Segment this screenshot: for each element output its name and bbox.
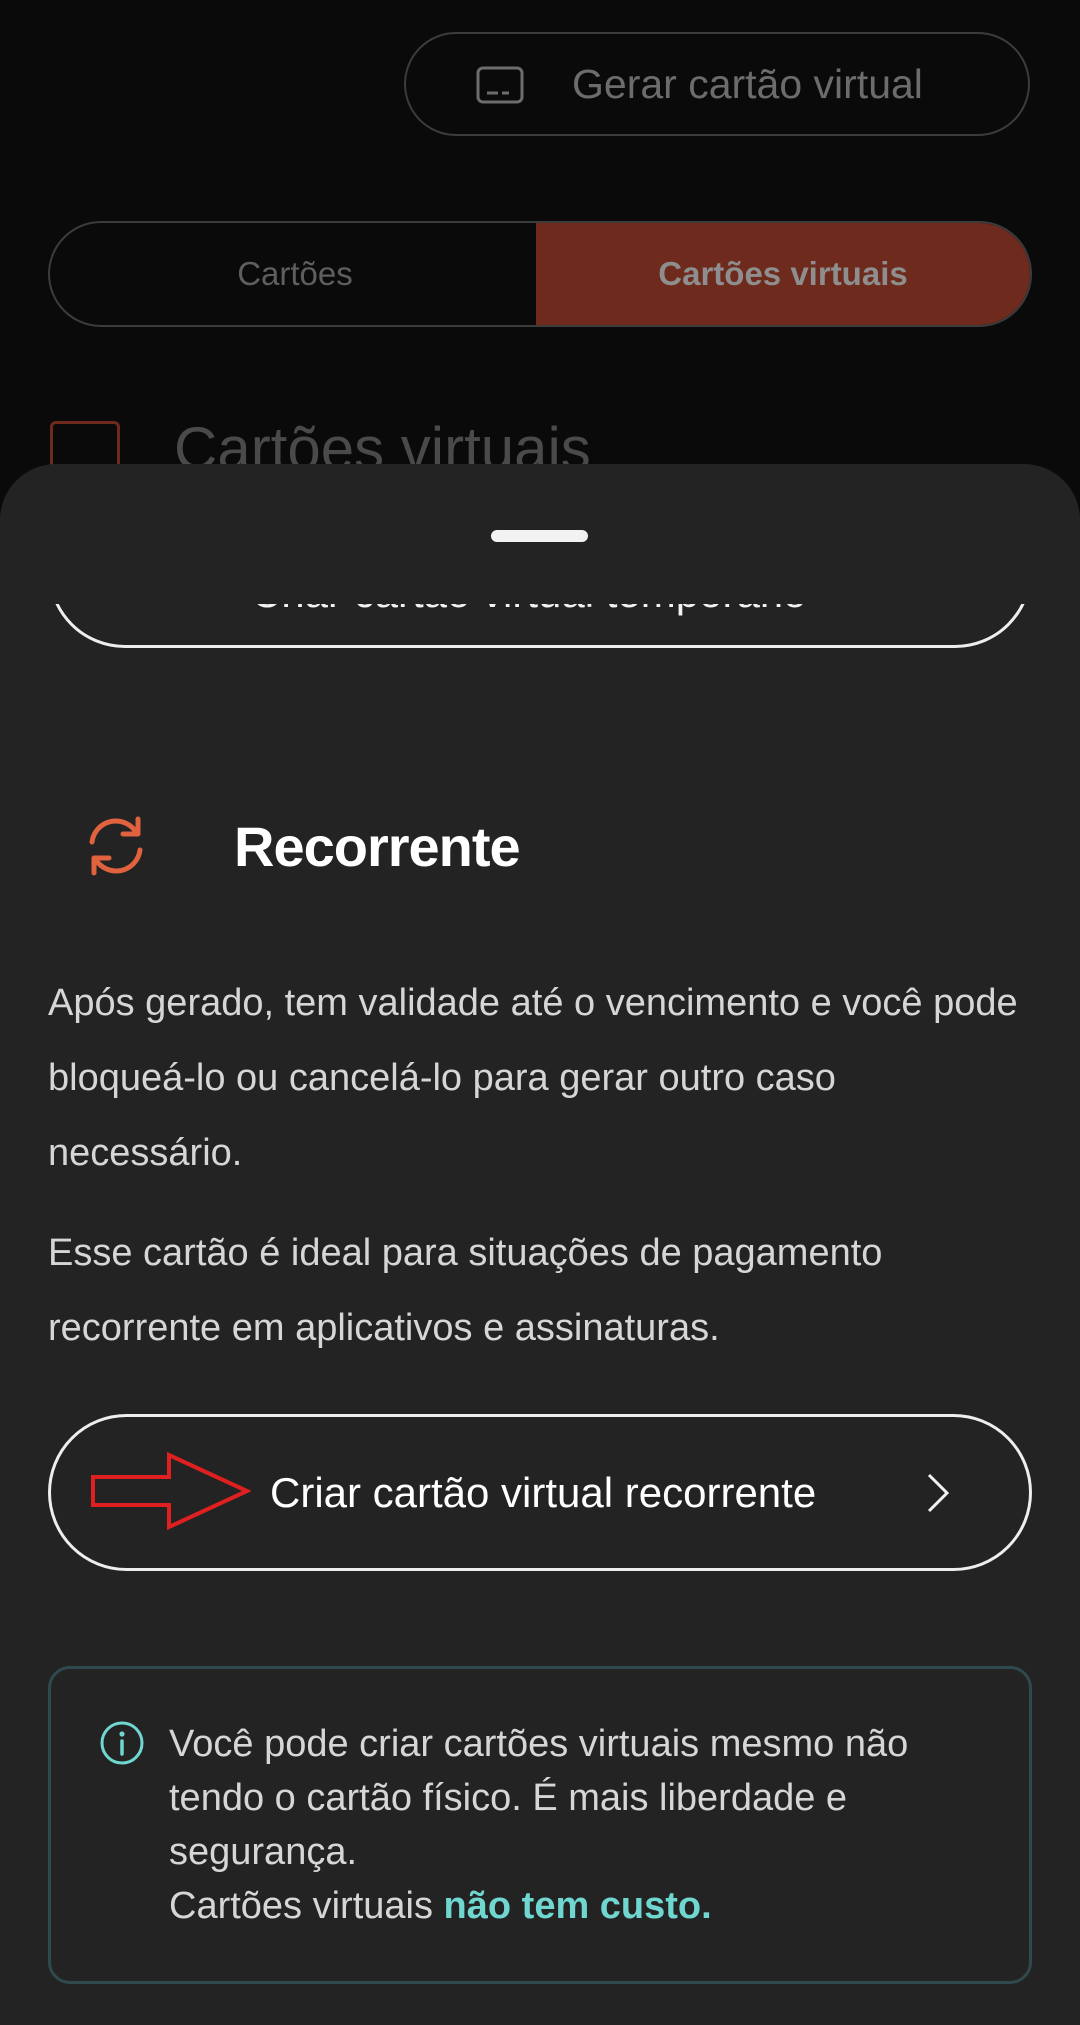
- info-footer-prefix: Cartões virtuais: [169, 1885, 444, 1927]
- generate-virtual-card-label: Gerar cartão virtual: [572, 61, 923, 107]
- info-no-cost-highlight: não tem custo.: [443, 1885, 712, 1927]
- create-temporary-card-label: Criar cartão virtual temporário: [251, 604, 807, 617]
- refresh-icon: [89, 816, 143, 876]
- recurring-description-1: Após gerado, tem validade até o vencimen…: [48, 982, 1018, 1174]
- create-temporary-card-button[interactable]: Criar cartão virtual temporário: [48, 604, 1032, 648]
- info-icon: [100, 1721, 144, 1765]
- bottom-sheet: Criar cartão virtual temporário Recorren…: [0, 464, 1080, 2025]
- sheet-drag-handle[interactable]: [491, 530, 588, 542]
- annotation-arrow: [91, 1451, 251, 1531]
- info-box: Você pode criar cartões virtuais mesmo n…: [48, 1666, 1032, 1984]
- tab-cards[interactable]: Cartões: [50, 223, 540, 325]
- recurring-description-2: Esse cartão é ideal para situações de pa…: [48, 1232, 883, 1349]
- chevron-right-icon: [927, 1473, 950, 1513]
- tab-virtual-cards[interactable]: Cartões virtuais: [536, 223, 1030, 325]
- chevron-right-icon: [930, 604, 931, 605]
- info-text: Você pode criar cartões virtuais mesmo n…: [169, 1723, 909, 1873]
- card-icon: [476, 66, 524, 104]
- generate-virtual-card-button[interactable]: Gerar cartão virtual: [404, 32, 1030, 136]
- create-recurring-card-button[interactable]: Criar cartão virtual recorrente: [48, 1414, 1032, 1571]
- create-recurring-card-label: Criar cartão virtual recorrente: [270, 1469, 817, 1516]
- card-type-tabs: Cartões Cartões virtuais: [48, 221, 1032, 327]
- recurring-title: Recorrente: [234, 815, 521, 878]
